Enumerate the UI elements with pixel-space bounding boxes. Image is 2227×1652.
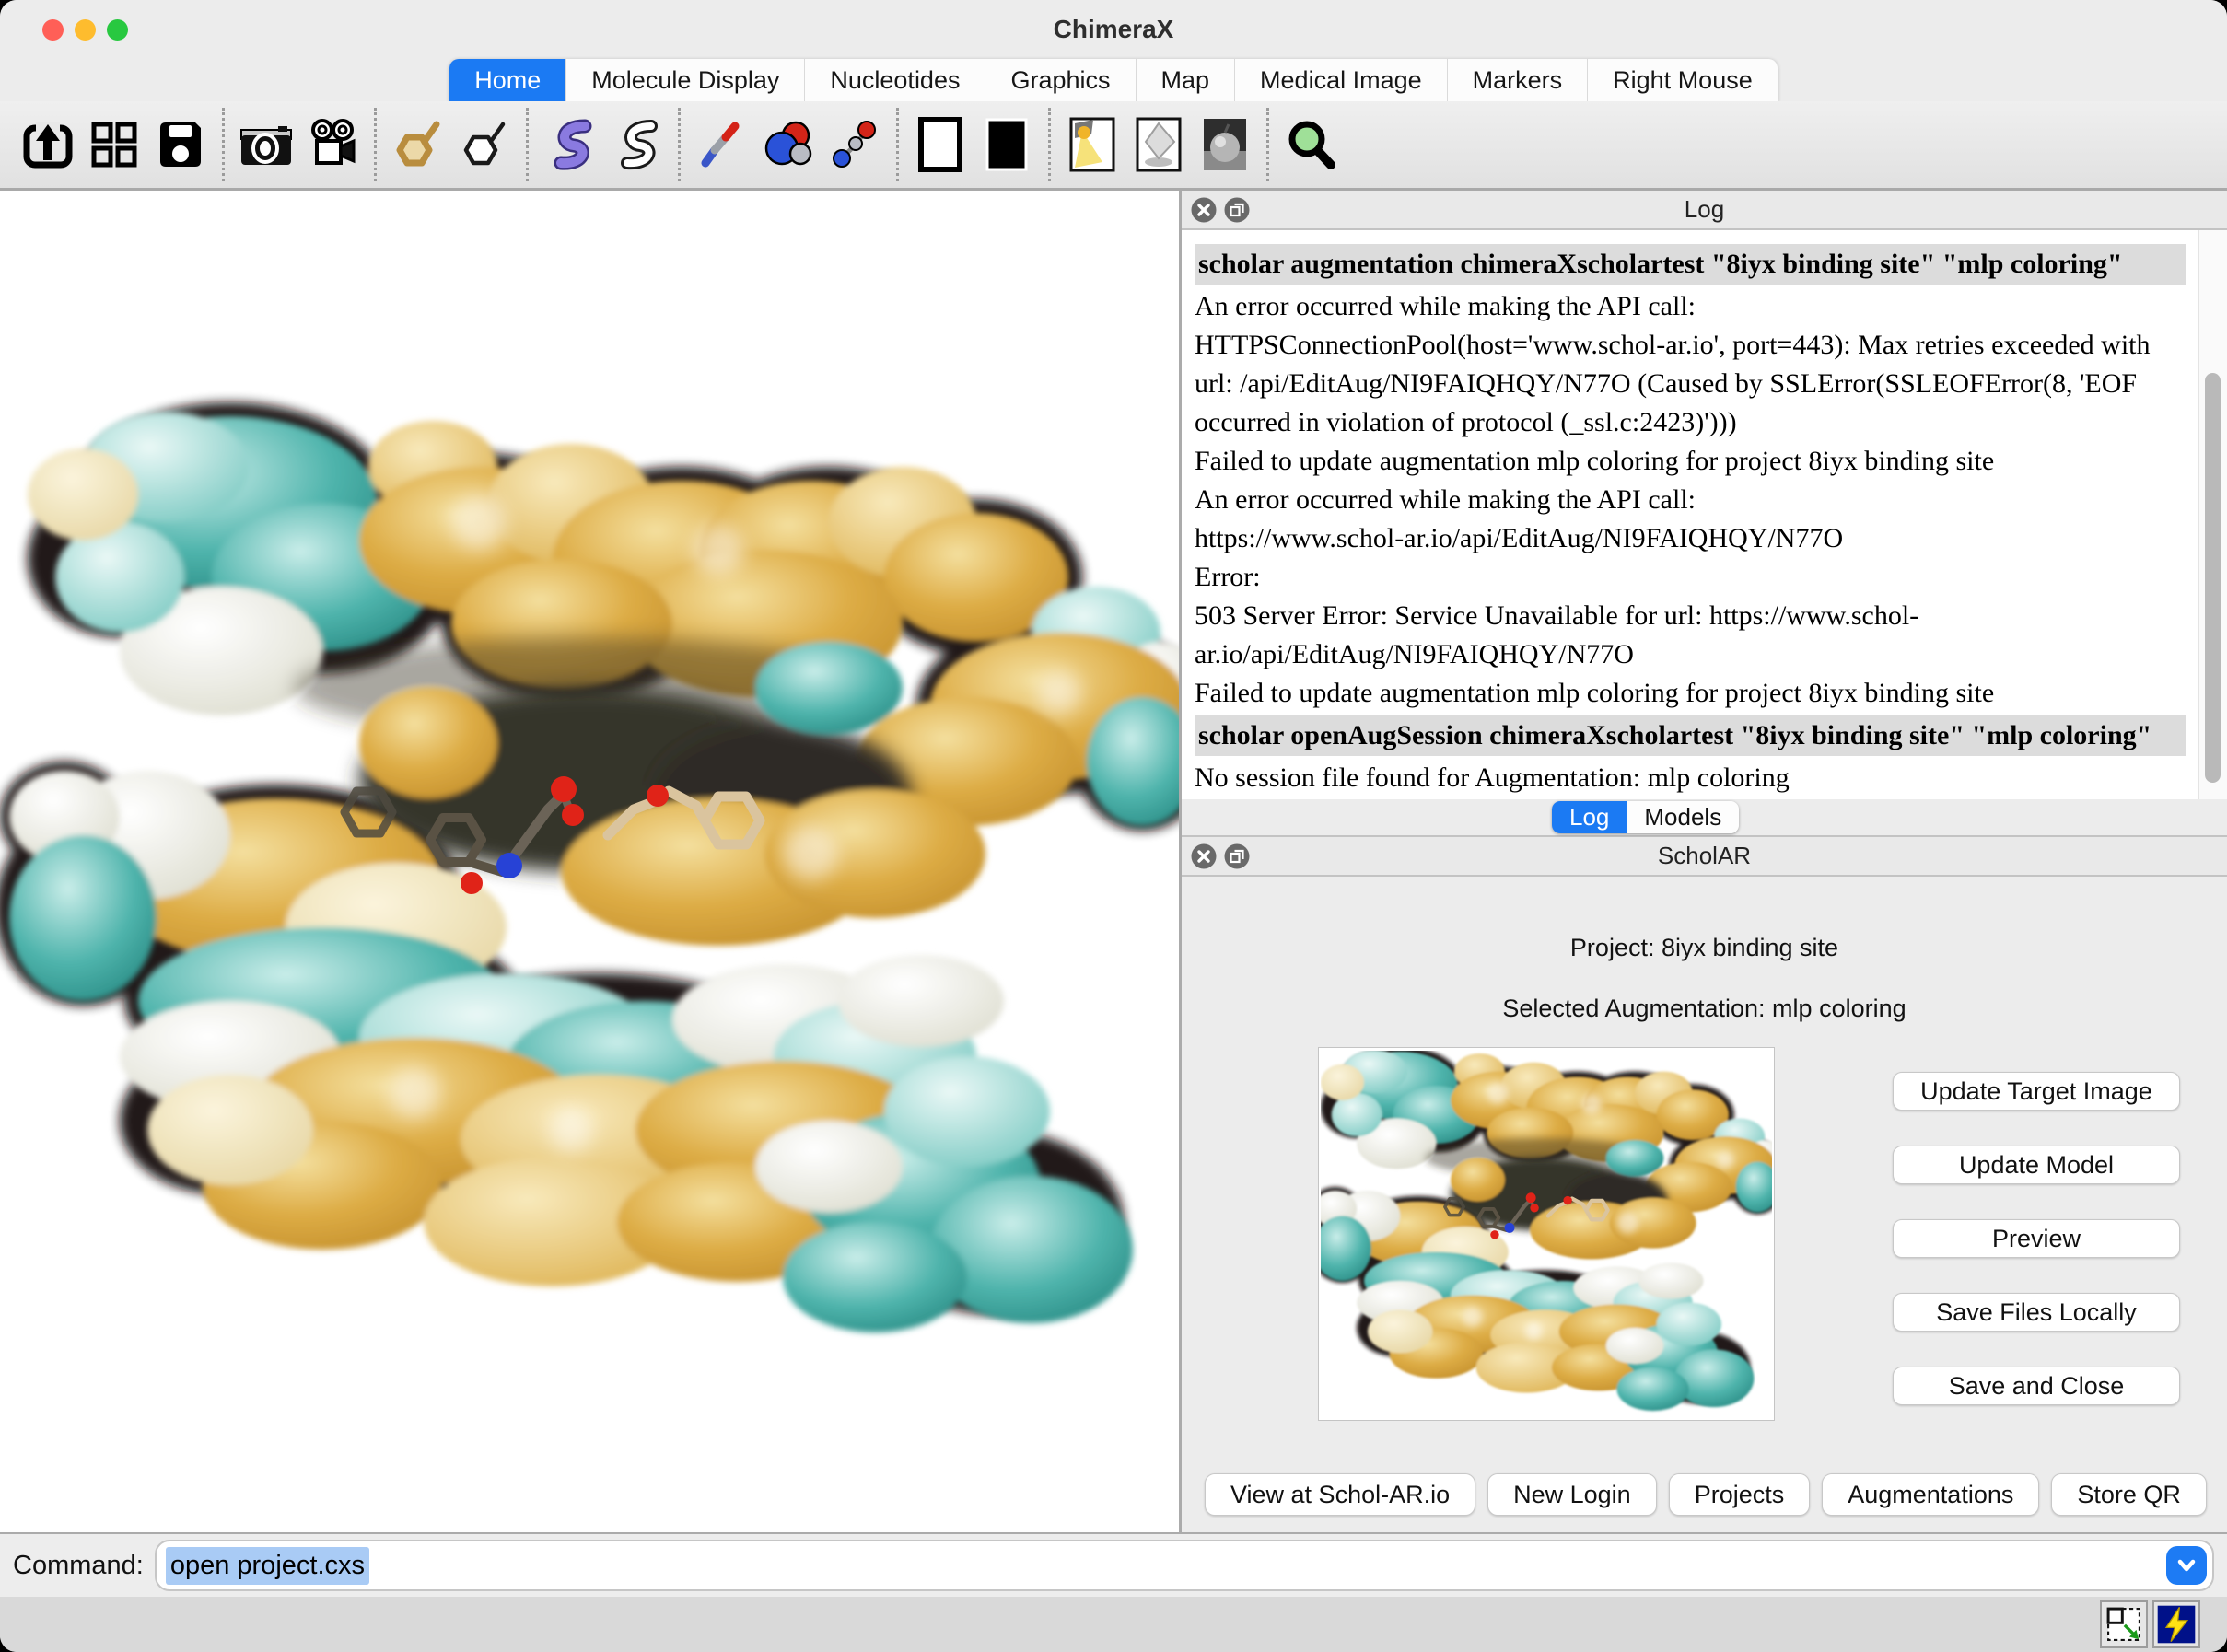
- command-input[interactable]: open project.cxs: [155, 1540, 2214, 1591]
- home-toolbar: [0, 101, 2227, 191]
- spin-movie-icon[interactable]: [299, 109, 366, 180]
- log-line: Failed to update augmentation mlp colori…: [1195, 674, 2186, 713]
- view-all-icon[interactable]: [1277, 109, 1344, 180]
- update-target-image-button[interactable]: Update Target Image: [1893, 1072, 2180, 1111]
- command-label: Command:: [13, 1551, 144, 1581]
- ball-and-stick-style-icon[interactable]: [822, 109, 888, 180]
- scholar-project-label: Project: 8iyx binding site: [1182, 934, 2227, 962]
- tab-markers[interactable]: Markers: [1448, 59, 1589, 101]
- save-icon[interactable]: [147, 109, 214, 180]
- tab-graphics[interactable]: Graphics: [985, 59, 1136, 101]
- log-line: Failed to update augmentation mlp colori…: [1195, 442, 2186, 481]
- stick-style-icon[interactable]: [689, 109, 755, 180]
- log-command-line: scholar openAugSession chimeraXscholarte…: [1195, 715, 2186, 756]
- full-lighting-icon[interactable]: [1192, 109, 1258, 180]
- scholar-augmentation-label: Selected Augmentation: mlp coloring: [1182, 995, 2227, 1023]
- save-and-close-button[interactable]: Save and Close: [1893, 1367, 2180, 1405]
- tab-right-mouse[interactable]: Right Mouse: [1588, 59, 1778, 101]
- show-cartoons-icon[interactable]: [537, 109, 603, 180]
- status-bar: [0, 1597, 2227, 1652]
- log-panel-title: Log: [1182, 191, 2227, 228]
- log-line: An error occurred while making the API c…: [1195, 287, 2186, 326]
- open-icon[interactable]: [15, 109, 81, 180]
- scholar-panel-body: Project: 8iyx binding site Selected Augm…: [1182, 877, 2227, 1546]
- soft-lighting-icon[interactable]: [1125, 109, 1192, 180]
- tab-medical-image[interactable]: Medical Image: [1235, 59, 1448, 101]
- command-history-dropdown-button[interactable]: [2166, 1546, 2207, 1585]
- log-line: An error occurred while making the API c…: [1195, 481, 2186, 519]
- hide-atoms-icon[interactable]: [451, 109, 518, 180]
- show-atoms-icon[interactable]: [385, 109, 451, 180]
- snapshot-camera-icon[interactable]: [233, 109, 299, 180]
- fast-mode-icon[interactable]: [2152, 1600, 2200, 1648]
- scholar-panel-title: ScholAR: [1182, 837, 2227, 875]
- title-bar: ChimeraX: [0, 0, 2227, 59]
- recent-files-icon[interactable]: [81, 109, 147, 180]
- new-login-button[interactable]: New Login: [1487, 1473, 1657, 1516]
- simple-lighting-icon[interactable]: [1059, 109, 1125, 180]
- store-qr-button[interactable]: Store QR: [2051, 1473, 2207, 1516]
- command-input-selected-text: open project.cxs: [166, 1547, 369, 1585]
- view-at-schol-ar-button[interactable]: View at Schol-AR.io: [1205, 1473, 1475, 1516]
- log-command-line: scholar augmentation chimeraXscholartest…: [1195, 244, 2186, 285]
- main-content: Log scholar augmentation chimeraXscholar…: [0, 191, 2227, 1532]
- log-panel-header: Log: [1182, 191, 2227, 230]
- log-line: Error:: [1195, 558, 2186, 597]
- tab-nucleotides[interactable]: Nucleotides: [805, 59, 985, 101]
- log-line: 503 Server Error: Service Unavailable fo…: [1195, 597, 2186, 674]
- command-bar: Command: open project.cxs: [0, 1532, 2227, 1597]
- chimerax-window: ChimeraX Home Molecule Display Nucleotid…: [0, 0, 2227, 1652]
- augmentations-button[interactable]: Augmentations: [1822, 1473, 2039, 1516]
- preview-button[interactable]: Preview: [1893, 1219, 2180, 1258]
- save-files-locally-button[interactable]: Save Files Locally: [1893, 1293, 2180, 1332]
- update-model-button[interactable]: Update Model: [1893, 1146, 2180, 1184]
- sphere-style-icon[interactable]: [755, 109, 822, 180]
- log-line: HTTPSConnectionPool(host='www.schol-ar.i…: [1195, 326, 2186, 442]
- tab-molecule-display[interactable]: Molecule Display: [566, 59, 805, 101]
- graphics-viewport[interactable]: [0, 191, 1179, 1532]
- window-title: ChimeraX: [0, 0, 2227, 59]
- panel-tab-row: Log Models: [1182, 799, 2227, 837]
- black-background-icon[interactable]: [974, 109, 1040, 180]
- selection-outline-icon[interactable]: [2100, 1600, 2148, 1648]
- white-background-icon[interactable]: [907, 109, 974, 180]
- log-output: scholar augmentation chimeraXscholartest…: [1182, 230, 2227, 799]
- tab-home[interactable]: Home: [449, 59, 566, 101]
- scholar-panel-header: ScholAR: [1182, 837, 2227, 877]
- tab-map[interactable]: Map: [1137, 59, 1236, 101]
- log-line: https://www.schol-ar.io/api/EditAug/NI9F…: [1195, 519, 2186, 558]
- log-scrollbar-thumb[interactable]: [2205, 373, 2221, 783]
- ribbon-tab-bar: Home Molecule Display Nucleotides Graphi…: [0, 59, 2227, 101]
- log-line: No session file found for Augmentation: …: [1195, 759, 2186, 797]
- molecule-surface-render: [0, 191, 1179, 1532]
- log-scrollbar[interactable]: [2198, 230, 2227, 799]
- projects-button[interactable]: Projects: [1669, 1473, 1811, 1516]
- tab-models[interactable]: Models: [1627, 801, 1739, 833]
- hide-cartoons-icon[interactable]: [603, 109, 670, 180]
- tab-log[interactable]: Log: [1552, 801, 1627, 833]
- augmentation-target-image: [1318, 1047, 1775, 1421]
- right-panel: Log scholar augmentation chimeraXscholar…: [1182, 191, 2227, 1532]
